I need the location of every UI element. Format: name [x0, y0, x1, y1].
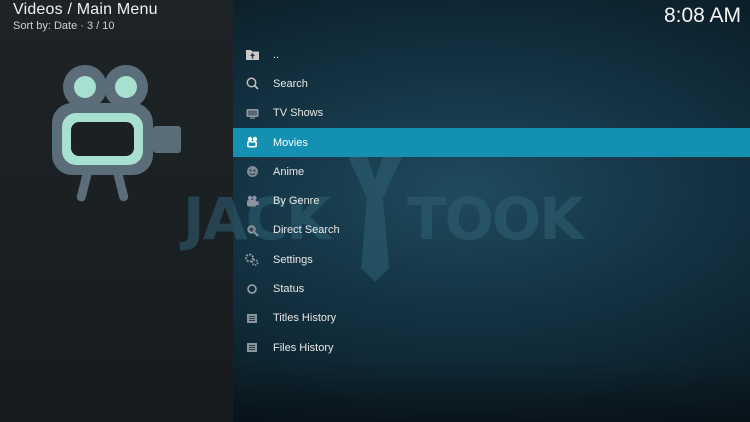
menu-item-label: Movies [273, 136, 308, 149]
files-history-icon [245, 341, 259, 355]
menu-item-label: By Genre [273, 195, 320, 208]
status-icon [245, 282, 259, 296]
clock: 8:08 AM [663, 4, 741, 27]
menu-item-label: Titles History [273, 312, 337, 325]
menu-item-label: Settings [273, 253, 313, 266]
search-icon [245, 77, 259, 91]
genre-icon [245, 194, 259, 208]
titles-history-icon [245, 311, 259, 325]
menu-item-status[interactable]: Status [233, 274, 750, 303]
direct-search-icon [245, 223, 259, 237]
kodi-screen: Videos / Main Menu Sort by: Date · 3 / 1… [0, 0, 750, 422]
sort-info: Sort by: Date · 3 / 10 [13, 20, 115, 32]
menu-item-label: Anime [273, 165, 305, 178]
tv-icon [245, 106, 259, 120]
bottom-shade [233, 362, 750, 422]
menu-item-search[interactable]: Search [233, 69, 750, 98]
menu-item-settings[interactable]: Settings [233, 245, 750, 274]
settings-icon [245, 253, 259, 267]
video-camera-icon [52, 65, 181, 202]
menu-item-label: Search [273, 77, 308, 90]
folder-up-icon [245, 48, 259, 62]
main-menu-list: .. Search TV Shows Movies Anime By Genre… [233, 40, 750, 362]
menu-item-parent[interactable]: .. [233, 40, 750, 69]
menu-item-by-genre[interactable]: By Genre [233, 186, 750, 215]
menu-item-tv-shows[interactable]: TV Shows [233, 99, 750, 128]
menu-item-anime[interactable]: Anime [233, 157, 750, 186]
menu-item-files-history[interactable]: Files History [233, 333, 750, 362]
menu-item-titles-history[interactable]: Titles History [233, 304, 750, 333]
anime-icon [245, 165, 259, 179]
menu-item-direct-search[interactable]: Direct Search [233, 216, 750, 245]
menu-item-movies[interactable]: Movies [233, 127, 750, 158]
menu-item-label: TV Shows [273, 107, 324, 120]
menu-item-label: Status [273, 283, 305, 296]
menu-item-label: Direct Search [273, 224, 340, 237]
page-title: Videos / Main Menu [13, 1, 158, 18]
menu-item-label: Files History [273, 341, 334, 354]
movie-icon [245, 136, 259, 150]
menu-item-label: .. [273, 48, 280, 61]
